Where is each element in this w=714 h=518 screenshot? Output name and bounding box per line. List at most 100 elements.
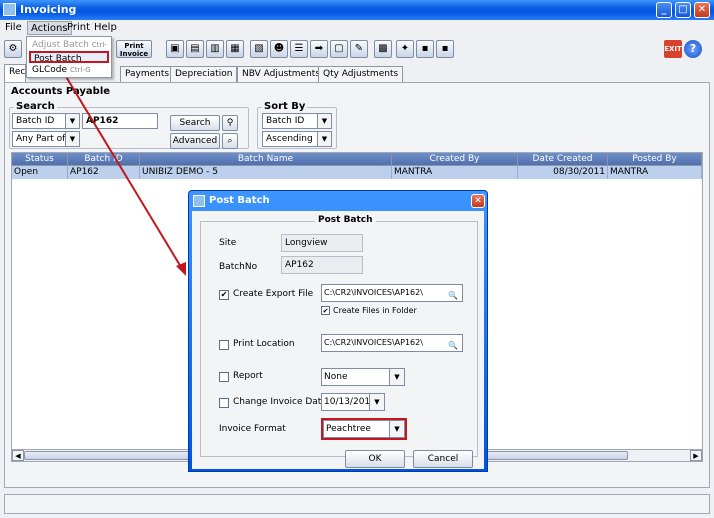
print-location-label: Print Location [233, 339, 295, 349]
glcode-shortcut: Ctrl-G [70, 66, 91, 74]
sort-order-value: Ascending [266, 134, 313, 144]
menu-print[interactable]: Print [64, 21, 93, 35]
panel-title: Accounts Payable [11, 86, 111, 97]
tools-icon[interactable]: ✦ [396, 40, 414, 58]
edit-icon[interactable]: ✎ [350, 40, 368, 58]
scroll-right-icon[interactable]: ▶ [690, 450, 702, 461]
glcode-label: GLCode [32, 65, 68, 75]
minimize-button[interactable]: _ [656, 2, 672, 18]
exit-button[interactable]: EXIT [664, 40, 682, 58]
sort-field-value: Batch ID [266, 116, 305, 126]
report-label: Report [233, 371, 263, 381]
maximize-button[interactable]: □ [675, 2, 691, 18]
window-titlebar: Invoicing _ □ ✕ [0, 0, 714, 20]
search-match-select[interactable]: Any Part of ... ▼ [12, 131, 80, 147]
tab-depreciation[interactable]: Depreciation [170, 66, 238, 82]
post-batch-fieldset: Post Batch Site Longview BatchNo AP162 ✔… [200, 215, 478, 468]
create-files-checkbox[interactable]: ✔ [321, 306, 330, 315]
toolbar-tool-icon[interactable]: ⚙ [4, 40, 22, 58]
site-field: Longview [281, 234, 363, 252]
search-button[interactable]: Search [170, 115, 220, 131]
chevron-down-icon: ▼ [389, 421, 404, 437]
sort-group-label: Sort By [262, 101, 308, 112]
invoice-format-select[interactable]: Peachtree ▼ [321, 418, 407, 440]
disabled-tool-icon-2: ▪ [436, 40, 454, 58]
adjust-batch-label: Adjust Batch [32, 40, 89, 50]
report-icon[interactable]: ▧ [250, 40, 268, 58]
print-invoice-button[interactable]: Print Invoice [116, 40, 152, 58]
chevron-down-icon: ▼ [369, 394, 384, 410]
tab-nbv-adjustments[interactable]: NBV Adjustments [237, 66, 326, 82]
tab-records[interactable]: Rec [4, 64, 26, 82]
chevron-down-icon: ▼ [317, 114, 331, 128]
help-icon[interactable]: ? [684, 40, 702, 58]
change-date-label: Change Invoice Date [233, 397, 327, 407]
print-invoice-label: Print Invoice [119, 42, 149, 58]
chevron-down-icon: ▼ [317, 132, 331, 146]
column-header-created-by[interactable]: Created By [392, 153, 518, 166]
search-icon[interactable]: 🔍 [448, 338, 458, 350]
search-field-value: Batch ID [16, 116, 55, 126]
cell-created-by: MANTRA [392, 166, 518, 179]
advanced-search-icon[interactable]: ⌕ [222, 133, 238, 149]
column-header-date-created[interactable]: Date Created [518, 153, 608, 166]
export-path-value: C:\CR2\INVOICES\AP162\ [324, 288, 423, 297]
tab-payments[interactable]: Payments [120, 66, 175, 82]
save-icon[interactable]: ▣ [166, 40, 184, 58]
sort-field-select[interactable]: Batch ID ▼ [262, 113, 332, 129]
table-row[interactable]: Open AP162 UNIBIZ DEMO - 5 MANTRA 08/30/… [12, 166, 702, 179]
ok-button[interactable]: OK [345, 450, 405, 468]
calculator-icon[interactable]: ▦ [226, 40, 244, 58]
dialog-close-button[interactable]: ✕ [471, 194, 485, 208]
menu-item-post-batch[interactable]: Post Batch [29, 51, 109, 64]
search-icon[interactable]: 🔍 [448, 288, 458, 300]
search-field-select[interactable]: Batch ID ▼ [12, 113, 80, 129]
invoice-format-label: Invoice Format [219, 424, 286, 434]
change-date-checkbox[interactable] [219, 398, 229, 408]
dialog-title: Post Batch [209, 195, 270, 206]
sort-order-select[interactable]: Ascending ▼ [262, 131, 332, 147]
document-icon[interactable]: ▥ [206, 40, 224, 58]
post-batch-dialog: Post Batch ✕ Post Batch Site Longview Ba… [188, 190, 488, 472]
tab-qty-adjustments[interactable]: Qty Adjustments [318, 66, 404, 82]
list-icon[interactable]: ☰ [290, 40, 308, 58]
chevron-down-icon: ▼ [65, 114, 79, 128]
search-input[interactable]: AP162 [82, 113, 158, 129]
menu-item-adjust-batch: Adjust BatchCtrl-A [29, 39, 109, 61]
create-export-checkbox[interactable]: ✔ [219, 290, 229, 300]
create-export-label: Create Export File [233, 289, 314, 299]
column-header-status[interactable]: Status [12, 153, 68, 166]
binoculars-icon[interactable]: ⚲ [222, 115, 238, 131]
export-path-field[interactable]: C:\CR2\INVOICES\AP162\ 🔍 [321, 284, 463, 302]
print-location-field[interactable]: C:\CR2\INVOICES\AP162\ 🔍 [321, 334, 463, 352]
dialog-body: Post Batch Site Longview BatchNo AP162 ✔… [192, 211, 484, 469]
column-header-batch-id[interactable]: Batch ID [68, 153, 140, 166]
dialog-icon [193, 195, 205, 207]
column-header-posted-by[interactable]: Posted By [608, 153, 702, 166]
print-location-checkbox[interactable] [219, 340, 229, 350]
create-files-label: Create Files in Folder [333, 306, 417, 315]
invoice-format-value: Peachtree [326, 424, 371, 434]
scroll-left-icon[interactable]: ◀ [12, 450, 24, 461]
column-header-batch-name[interactable]: Batch Name [140, 153, 392, 166]
search-group: Search Batch ID ▼ AP162 Any Part of ... ▼ … [9, 101, 249, 149]
cancel-button[interactable]: Cancel [413, 450, 473, 468]
print-location-value: C:\CR2\INVOICES\AP162\ [324, 338, 423, 347]
invoice-date-picker[interactable]: 10/13/2011 ▼ [321, 393, 385, 411]
menu-file[interactable]: File [2, 21, 25, 35]
view-icon[interactable]: ▤ [186, 40, 204, 58]
users-icon[interactable]: ☻ [270, 40, 288, 58]
export-icon[interactable]: ➡ [310, 40, 328, 58]
grid-icon[interactable]: ▩ [374, 40, 392, 58]
menu-bar: File Actions Print Help [0, 20, 714, 36]
menu-help[interactable]: Help [91, 21, 120, 35]
menu-item-glcode[interactable]: GLCode Ctrl-G [29, 64, 109, 76]
report-checkbox[interactable] [219, 372, 229, 382]
close-window-button[interactable]: ✕ [694, 2, 710, 18]
app-icon [3, 3, 16, 16]
cell-status: Open [12, 166, 68, 179]
advanced-button[interactable]: Advanced [170, 133, 220, 149]
report-select[interactable]: None ▼ [321, 368, 405, 386]
page-icon[interactable]: ▢ [330, 40, 348, 58]
cell-batch-id: AP162 [68, 166, 140, 179]
